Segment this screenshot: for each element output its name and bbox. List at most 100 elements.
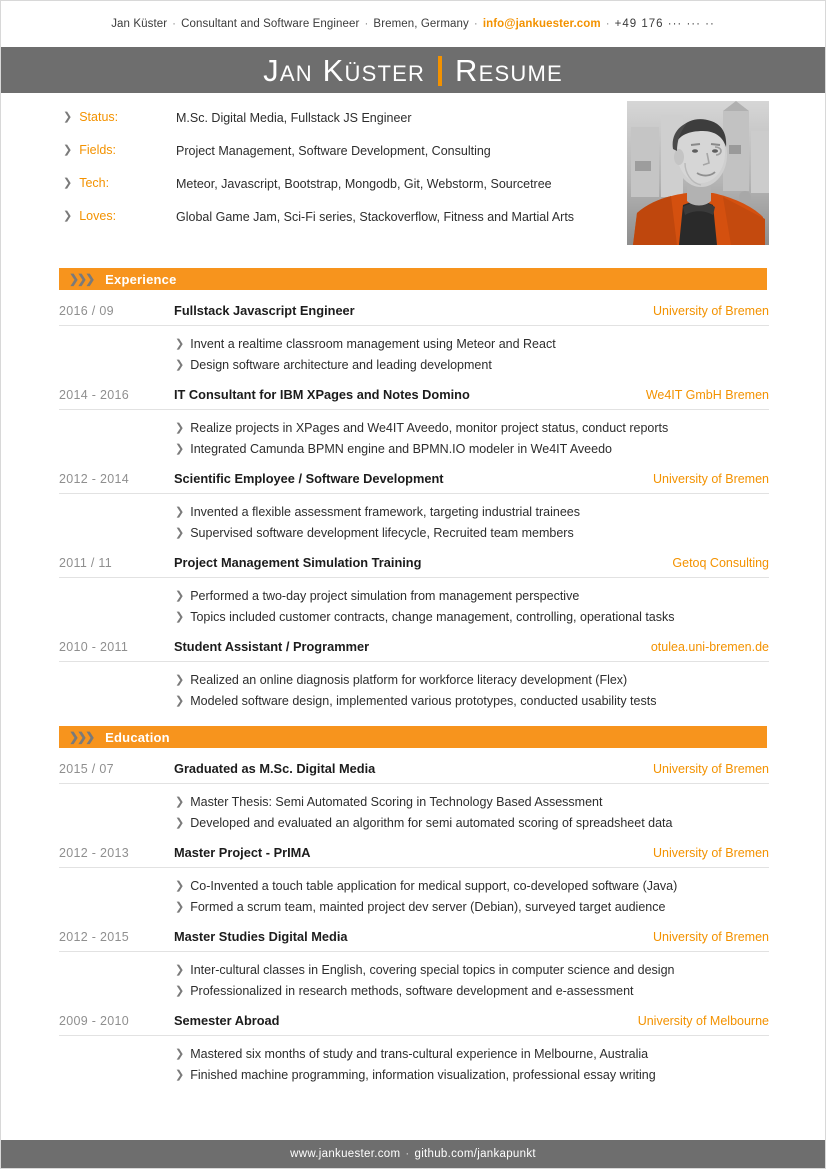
chevron-right-icon: ❯ [175, 817, 185, 829]
list-item: ❯ Mastered six months of study and trans… [175, 1045, 769, 1063]
contact-line: Jan Küster · Consultant and Software Eng… [1, 1, 825, 47]
contact-role: Consultant and Software Engineer [181, 18, 360, 30]
list-item-text: Realized an online diagnosis platform fo… [190, 673, 628, 687]
entry-title: Student Assistant / Programmer [174, 639, 370, 654]
chevron-right-icon: ❯ [63, 177, 73, 189]
list-item: ❯ Realized an online diagnosis platform … [175, 671, 769, 689]
list-item-text: Finished machine programming, informatio… [190, 1068, 656, 1082]
entry-organization[interactable]: University of Bremen [653, 930, 769, 944]
contact-email-link[interactable]: info@jankuester.com [483, 18, 601, 30]
info-value: Project Management, Software Development… [176, 144, 491, 158]
info-value: M.Sc. Digital Media, Fullstack JS Engine… [176, 111, 412, 125]
entry-title: Master Project - PrIMA [174, 845, 311, 860]
chevron-right-icon: ❯ [175, 443, 185, 455]
entry-date: 2016 / 09 [59, 304, 114, 318]
list-item: ❯ Formed a scrum team, mainted project d… [175, 898, 769, 916]
list-item: ❯ Invented a flexible assessment framewo… [175, 503, 769, 521]
entry-points: ❯ Invent a realtime classroom management… [59, 326, 769, 374]
list-item-text: Professionalized in research methods, so… [190, 984, 634, 998]
contact-separator-1: · [172, 18, 177, 30]
info-label: Tech: [79, 176, 110, 190]
info-row-status: ❯ Status: M.Sc. Digital Media, Fullstack… [63, 109, 623, 127]
footer-website-link[interactable]: www.jankuester.com [290, 1148, 400, 1160]
entry-organization[interactable]: University of Bremen [653, 472, 769, 486]
entry: 2012 - 2015 Master Studies Digital Media… [59, 916, 769, 1000]
entry-title: Graduated as M.Sc. Digital Media [174, 761, 376, 776]
entry-organization[interactable]: University of Bremen [653, 846, 769, 860]
entry-head: 2015 / 07 Graduated as M.Sc. Digital Med… [59, 761, 769, 784]
list-item: ❯ Performed a two-day project simulation… [175, 587, 769, 605]
list-item-text: Design software architecture and leading… [190, 358, 492, 372]
list-item-text: Developed and evaluated an algorithm for… [190, 816, 673, 830]
list-item: ❯ Invent a realtime classroom management… [175, 335, 769, 353]
info-row-tech: ❯ Tech: Meteor, Javascript, Bootstrap, M… [63, 175, 623, 193]
entry-head: 2012 - 2014 Scientific Employee / Softwa… [59, 471, 769, 494]
entry-organization[interactable]: otulea.uni-bremen.de [651, 640, 769, 654]
list-item: ❯ Design software architecture and leadi… [175, 356, 769, 374]
chevron-right-icon: ❯ [175, 338, 185, 350]
contact-name: Jan Küster [111, 18, 168, 30]
entry-title: Project Management Simulation Training [174, 555, 422, 570]
title-divider [438, 56, 443, 86]
chevron-right-icon: ❯ [175, 422, 185, 434]
info-label-wrap-tech: ❯ Tech: [63, 175, 176, 192]
info-label: Loves: [79, 209, 117, 223]
contact-phone: +49 176 ··· ··· ·· [614, 18, 715, 30]
entry-date: 2012 - 2015 [59, 930, 130, 944]
footer-github-link[interactable]: github.com/jankapunkt [415, 1148, 536, 1160]
entry: 2016 / 09 Fullstack Javascript Engineer … [59, 290, 769, 374]
page-footer: www.jankuester.com · github.com/jankapun… [1, 1140, 825, 1168]
entry: 2015 / 07 Graduated as M.Sc. Digital Med… [59, 748, 769, 832]
resume-page: Jan Küster · Consultant and Software Eng… [0, 0, 826, 1169]
list-item-text: Master Thesis: Semi Automated Scoring in… [190, 795, 603, 809]
entry-organization[interactable]: University of Melbourne [638, 1014, 769, 1028]
list-item: ❯ Master Thesis: Semi Automated Scoring … [175, 793, 769, 811]
chevron-right-icon: ❯ [175, 359, 185, 371]
entry: 2011 / 11 Project Management Simulation … [59, 542, 769, 626]
list-item-text: Formed a scrum team, mainted project dev… [190, 900, 666, 914]
page-title-name: Jan Küster [263, 52, 426, 88]
entry-date: 2012 - 2014 [59, 472, 130, 486]
chevron-right-icon: ❯ [175, 796, 185, 808]
info-label: Fields: [79, 143, 117, 157]
section-title: Education [105, 729, 170, 745]
entries-experience: 2016 / 09 Fullstack Javascript Engineer … [59, 290, 769, 710]
entry-title: Scientific Employee / Software Developme… [174, 471, 444, 486]
entry-head: 2016 / 09 Fullstack Javascript Engineer … [59, 303, 769, 326]
info-row-loves: ❯ Loves: Global Game Jam, Sci-Fi series,… [63, 208, 623, 226]
entry-date: 2014 - 2016 [59, 388, 130, 402]
entry-head: 2011 / 11 Project Management Simulation … [59, 555, 769, 578]
section-title: Experience [105, 271, 177, 287]
list-item-text: Mastered six months of study and trans-c… [190, 1047, 649, 1061]
info-value: Meteor, Javascript, Bootstrap, Mongodb, … [176, 177, 552, 191]
entry-points: ❯ Performed a two-day project simulation… [59, 578, 769, 626]
chevron-right-icon: ❯ [175, 1069, 185, 1081]
chevron-right-icon: ❯ [175, 506, 185, 518]
entry-title: IT Consultant for IBM XPages and Notes D… [174, 387, 470, 402]
entry: 2012 - 2013 Master Project - PrIMA Unive… [59, 832, 769, 916]
entry-points: ❯ Inter-cultural classes in English, cov… [59, 952, 769, 1000]
contact-separator-3: · [473, 18, 478, 30]
entry-title: Fullstack Javascript Engineer [174, 303, 355, 318]
chevron-right-icon: ❯ [175, 611, 185, 623]
entry-organization[interactable]: University of Bremen [653, 304, 769, 318]
entry-organization[interactable]: University of Bremen [653, 762, 769, 776]
chevron-right-icon: ❯ [63, 111, 73, 123]
list-item-text: Inter-cultural classes in English, cover… [190, 963, 675, 977]
contact-location: Bremen, Germany [373, 18, 469, 30]
entry-date: 2010 - 2011 [59, 640, 129, 654]
section-bar-experience: ❯❯❯ Experience [59, 268, 767, 290]
entry-points: ❯ Master Thesis: Semi Automated Scoring … [59, 784, 769, 832]
portrait-illustration [627, 101, 769, 245]
entry-organization[interactable]: Getoq Consulting [672, 556, 769, 570]
entry: 2014 - 2016 IT Consultant for IBM XPages… [59, 374, 769, 458]
list-item: ❯ Finished machine programming, informat… [175, 1066, 769, 1084]
profile-summary: ❯ Status: M.Sc. Digital Media, Fullstack… [1, 93, 825, 268]
entry-points: ❯ Invented a flexible assessment framewo… [59, 494, 769, 542]
title-bar: Jan Küster Resume [1, 47, 825, 93]
info-label-wrap-fields: ❯ Fields: [63, 142, 176, 159]
entry-head: 2012 - 2013 Master Project - PrIMA Unive… [59, 845, 769, 868]
entry-organization[interactable]: We4IT GmbH Bremen [646, 388, 769, 402]
contact-separator-2: · [364, 18, 369, 30]
